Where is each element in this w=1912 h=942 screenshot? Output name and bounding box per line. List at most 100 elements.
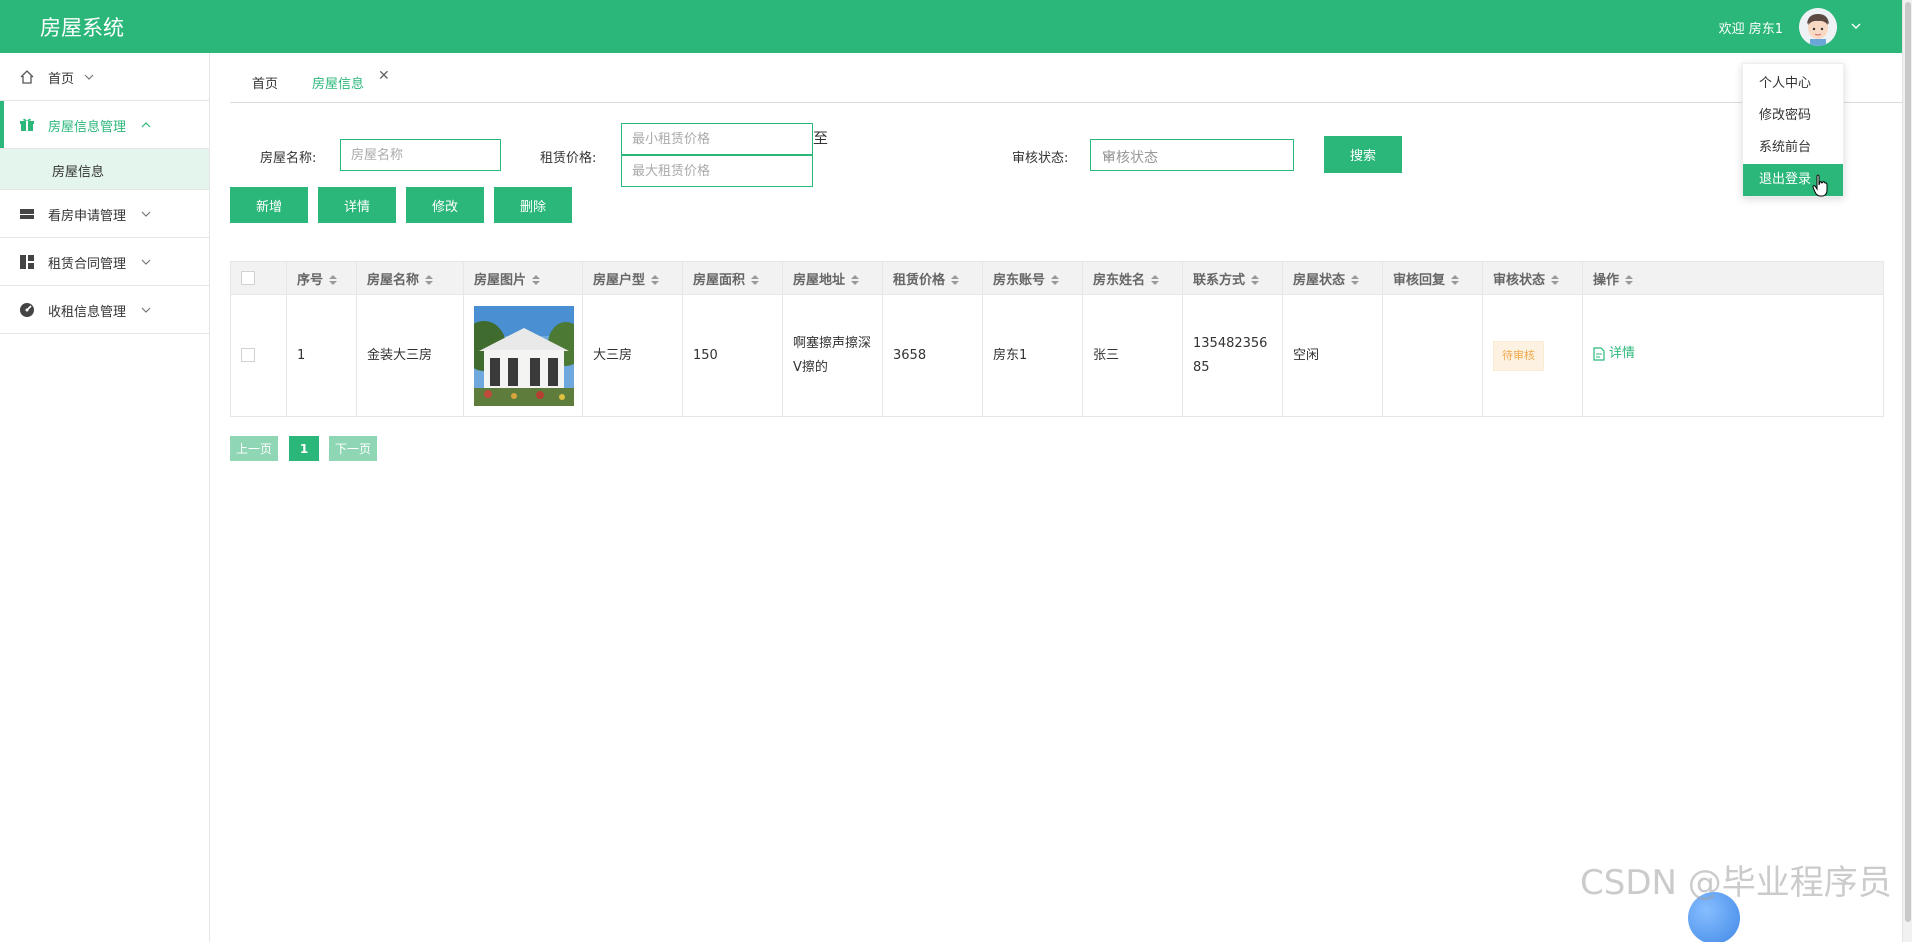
close-icon[interactable]: ✕ [378,68,390,84]
column-header[interactable]: 房东姓名 [1082,261,1183,295]
cell-rent-price: 3658 [882,294,983,417]
gauge-icon [19,302,35,318]
sort-icon[interactable] [532,275,541,285]
chevron-up-icon [141,121,151,129]
sort-icon[interactable] [1625,275,1634,285]
max-price-input[interactable] [621,155,813,187]
select-all-cell[interactable] [230,261,287,295]
sidebar-item-label: 租赁合同管理 [48,257,127,272]
tab-home[interactable]: 首页 [252,73,278,92]
chevron-down-icon [1102,152,1281,160]
column-header[interactable]: 房屋面积 [682,261,783,295]
document-icon [1593,346,1605,361]
edit-button[interactable]: 修改 [406,187,484,223]
sidebar-item-label: 首页 [48,72,75,87]
sidebar-item-label: 看房申请管理 [48,209,127,224]
prev-page-button[interactable]: 上一页 [230,436,278,461]
column-header[interactable]: 房东账号 [982,261,1083,295]
page-number-button[interactable]: 1 [289,436,319,461]
scrollbar-thumb[interactable] [1905,2,1911,922]
review-status-label: 审核状态: [1012,151,1069,166]
house-name-input[interactable] [340,139,501,171]
row-detail-link[interactable]: 详情 [1593,342,1635,366]
user-avatar[interactable] [1799,8,1837,46]
column-header[interactable]: 序号 [286,261,357,295]
cell-house-address: 啊塞擦声擦深V擦的 [782,294,883,417]
sort-icon[interactable] [851,275,860,285]
chevron-down-icon [141,258,151,266]
column-header[interactable]: 房屋名称 [356,261,464,295]
avatar-face-icon [1799,8,1837,46]
cell-landlord-account: 房东1 [982,294,1083,417]
next-page-button[interactable]: 下一页 [329,436,377,461]
sidebar-item-viewing-requests[interactable]: 看房申请管理 [0,190,209,238]
chevron-down-icon[interactable] [1850,20,1862,32]
house-photo[interactable] [474,305,574,406]
sort-icon[interactable] [951,275,960,285]
menu-item-change-password[interactable]: 修改密码 [1743,100,1843,132]
cell-house-name: 金装大三房 [356,294,464,417]
gift-icon [19,117,35,133]
sort-icon[interactable] [1351,275,1360,285]
column-header[interactable]: 操作 [1582,261,1884,295]
sort-icon[interactable] [651,275,660,285]
sort-icon[interactable] [425,275,434,285]
table-header-row: 序号 房屋名称 房屋图片 房屋户型 房屋面积 房屋地址 租赁价格 房东账号 房东… [230,261,1884,295]
column-header[interactable]: 房屋图片 [463,261,583,295]
column-header[interactable]: 审核状态 [1482,261,1583,295]
column-header[interactable]: 租赁价格 [882,261,983,295]
select-all-checkbox[interactable] [241,271,255,285]
sort-icon[interactable] [1251,275,1260,285]
sidebar-subitem-label: 房屋信息 [52,165,105,180]
column-header[interactable]: 审核回复 [1382,261,1483,295]
cell-house-layout: 大三房 [582,294,683,417]
menu-item-profile[interactable]: 个人中心 [1743,68,1843,100]
sort-icon[interactable] [751,275,760,285]
cell-landlord-name: 张三 [1082,294,1183,417]
rent-price-label: 租赁价格: [540,151,597,166]
sort-icon[interactable] [1151,275,1160,285]
column-header[interactable]: 房屋状态 [1282,261,1383,295]
column-header[interactable]: 房屋户型 [582,261,683,295]
sidebar-item-label: 收租信息管理 [48,305,127,320]
delete-button[interactable]: 删除 [494,187,572,223]
sort-icon[interactable] [329,275,338,285]
layout-icon [19,206,35,222]
price-range-separator: 至 [813,129,829,147]
chevron-down-icon [141,210,151,218]
table-row[interactable]: 1 金装大三房 大三房 150 啊塞擦声擦深V擦的 3658 房东1 张三 13… [230,294,1884,417]
review-status-select[interactable]: 审核状态 [1090,139,1294,171]
sort-icon[interactable] [1051,275,1060,285]
watermark-text: CSDN @毕业程序员 [1580,863,1892,903]
home-icon [19,69,35,85]
row-checkbox[interactable] [241,348,255,362]
sidebar-item-rent-collection[interactable]: 收租信息管理 [0,286,209,334]
sort-icon[interactable] [1451,275,1460,285]
sidebar-item-house-management[interactable]: 房屋信息管理 [0,101,209,149]
row-detail-label: 详情 [1609,345,1636,361]
welcome-text: 欢迎 房东1 [1718,22,1783,37]
column-header[interactable]: 房屋地址 [782,261,883,295]
status-badge: 待审核 [1493,340,1544,371]
detail-button[interactable]: 详情 [318,187,396,223]
tab-house-info[interactable]: 房屋信息 [312,73,364,92]
sidebar-item-home[interactable]: 首页 [0,53,209,101]
cell-review-reply [1382,294,1483,417]
sidebar: 首页 房屋信息管理 房屋信息 看房申请管理 租赁合同管理 收租信息管理 [0,53,210,942]
app-title: 房屋系统 [40,16,124,40]
column-header[interactable]: 联系方式 [1182,261,1283,295]
sidebar-item-lease-contracts[interactable]: 租赁合同管理 [0,238,209,286]
search-button[interactable]: 搜索 [1324,136,1402,173]
cell-house-area: 150 [682,294,783,417]
sort-icon[interactable] [1551,275,1560,285]
sidebar-item-label: 房屋信息管理 [48,120,127,135]
add-button[interactable]: 新增 [230,187,308,223]
cell-operation: 详情 [1582,294,1884,417]
page-scrollbar[interactable] [1902,0,1912,942]
min-price-input[interactable] [621,123,813,155]
menu-item-front-site[interactable]: 系统前台 [1743,132,1843,164]
cell-index: 1 [286,294,357,417]
chevron-down-icon [84,73,94,81]
row-select-cell[interactable] [230,294,287,417]
sidebar-subitem-house-info[interactable]: 房屋信息 [0,149,209,190]
